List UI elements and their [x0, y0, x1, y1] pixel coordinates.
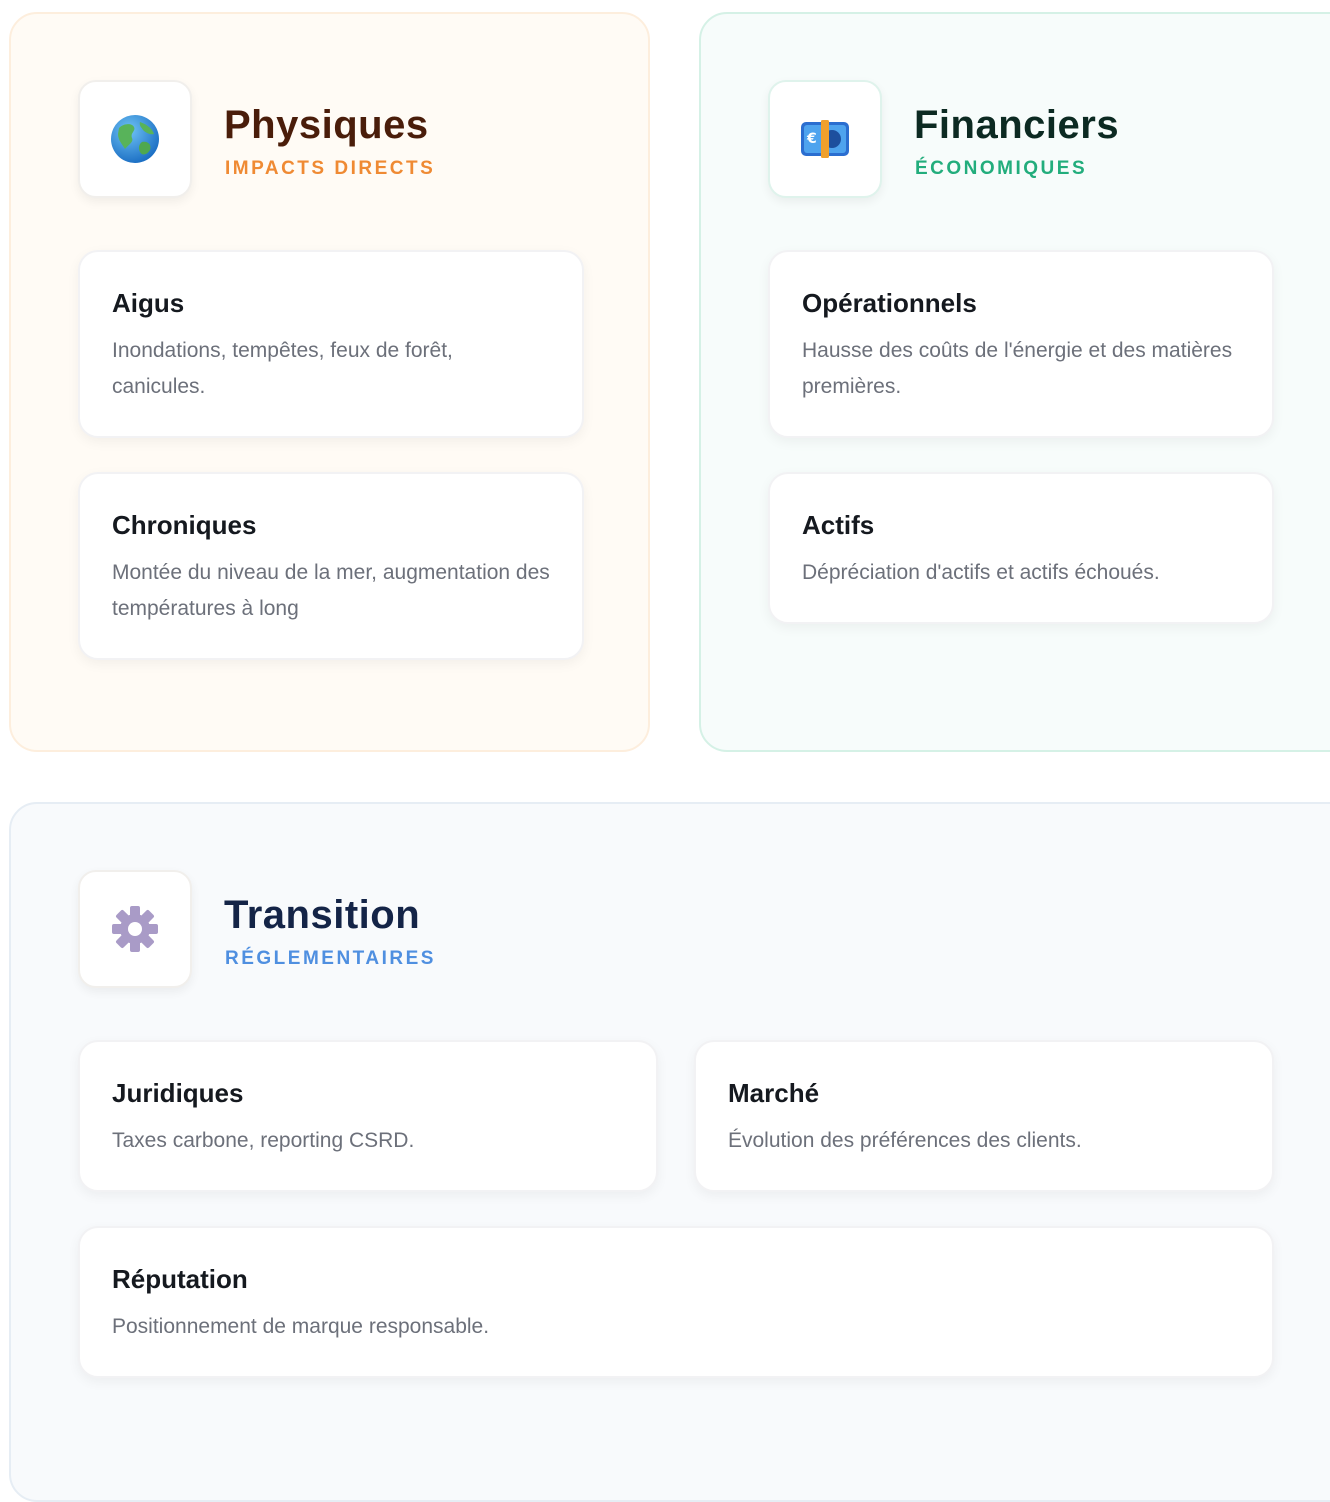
physiques-title: Physiques: [224, 103, 429, 147]
physiques-panel: Physiques IMPACTS DIRECTS Aigus Inondati…: [9, 12, 650, 752]
card-title: Chroniques: [112, 510, 257, 540]
financiers-title: Financiers: [914, 103, 1120, 147]
card-title: Opérationnels: [802, 288, 977, 318]
globe-icon: [111, 115, 159, 163]
card-description: Taxes carbone, reporting CSRD.: [112, 1129, 415, 1152]
card-title: Actifs: [802, 510, 875, 540]
card-description: Inondations, tempêtes, feux de forêt, ca…: [112, 339, 453, 398]
card-description: Dépréciation d'actifs et actifs échoués.: [802, 561, 1160, 584]
financiers-subtitle: ÉCONOMIQUES: [915, 158, 1088, 179]
transition-panel: Transition RÉGLEMENTAIRES Juridiques Tax…: [9, 802, 1330, 1502]
svg-text:€: €: [806, 131, 817, 147]
financiers-icon-box: €: [768, 80, 882, 198]
card-operationnels: Opérationnels Hausse des coûts de l'éner…: [768, 250, 1274, 438]
card-juridiques: Juridiques Taxes carbone, reporting CSRD…: [78, 1040, 658, 1192]
card-actifs: Actifs Dépréciation d'actifs et actifs é…: [768, 472, 1274, 624]
card-description: Montée du niveau de la mer, augmentation…: [112, 561, 550, 620]
card-reputation: Réputation Positionnement de marque resp…: [78, 1226, 1274, 1378]
card-aigus: Aigus Inondations, tempêtes, feux de for…: [78, 250, 584, 438]
euro-banknote-icon: €: [801, 120, 849, 158]
card-marche: Marché Évolution des préférences des cli…: [694, 1040, 1274, 1192]
transition-icon-box: [78, 870, 192, 988]
card-title: Juridiques: [112, 1078, 244, 1108]
card-title: Marché: [728, 1078, 820, 1108]
transition-title: Transition: [224, 893, 421, 937]
card-chroniques: Chroniques Montée du niveau de la mer, a…: [78, 472, 584, 660]
card-description: Évolution des préférences des clients.: [728, 1129, 1082, 1152]
financiers-panel: € Financiers ÉCONOMIQUES Opérationnels H…: [699, 12, 1330, 752]
physiques-subtitle: IMPACTS DIRECTS: [225, 158, 436, 179]
card-description: Hausse des coûts de l'énergie et des mat…: [802, 339, 1233, 398]
card-title: Réputation: [112, 1264, 248, 1294]
gear-icon: [112, 906, 158, 952]
physiques-icon-box: [78, 80, 192, 198]
transition-subtitle: RÉGLEMENTAIRES: [225, 948, 436, 969]
card-description: Positionnement de marque responsable.: [112, 1315, 490, 1338]
card-title: Aigus: [112, 288, 185, 318]
